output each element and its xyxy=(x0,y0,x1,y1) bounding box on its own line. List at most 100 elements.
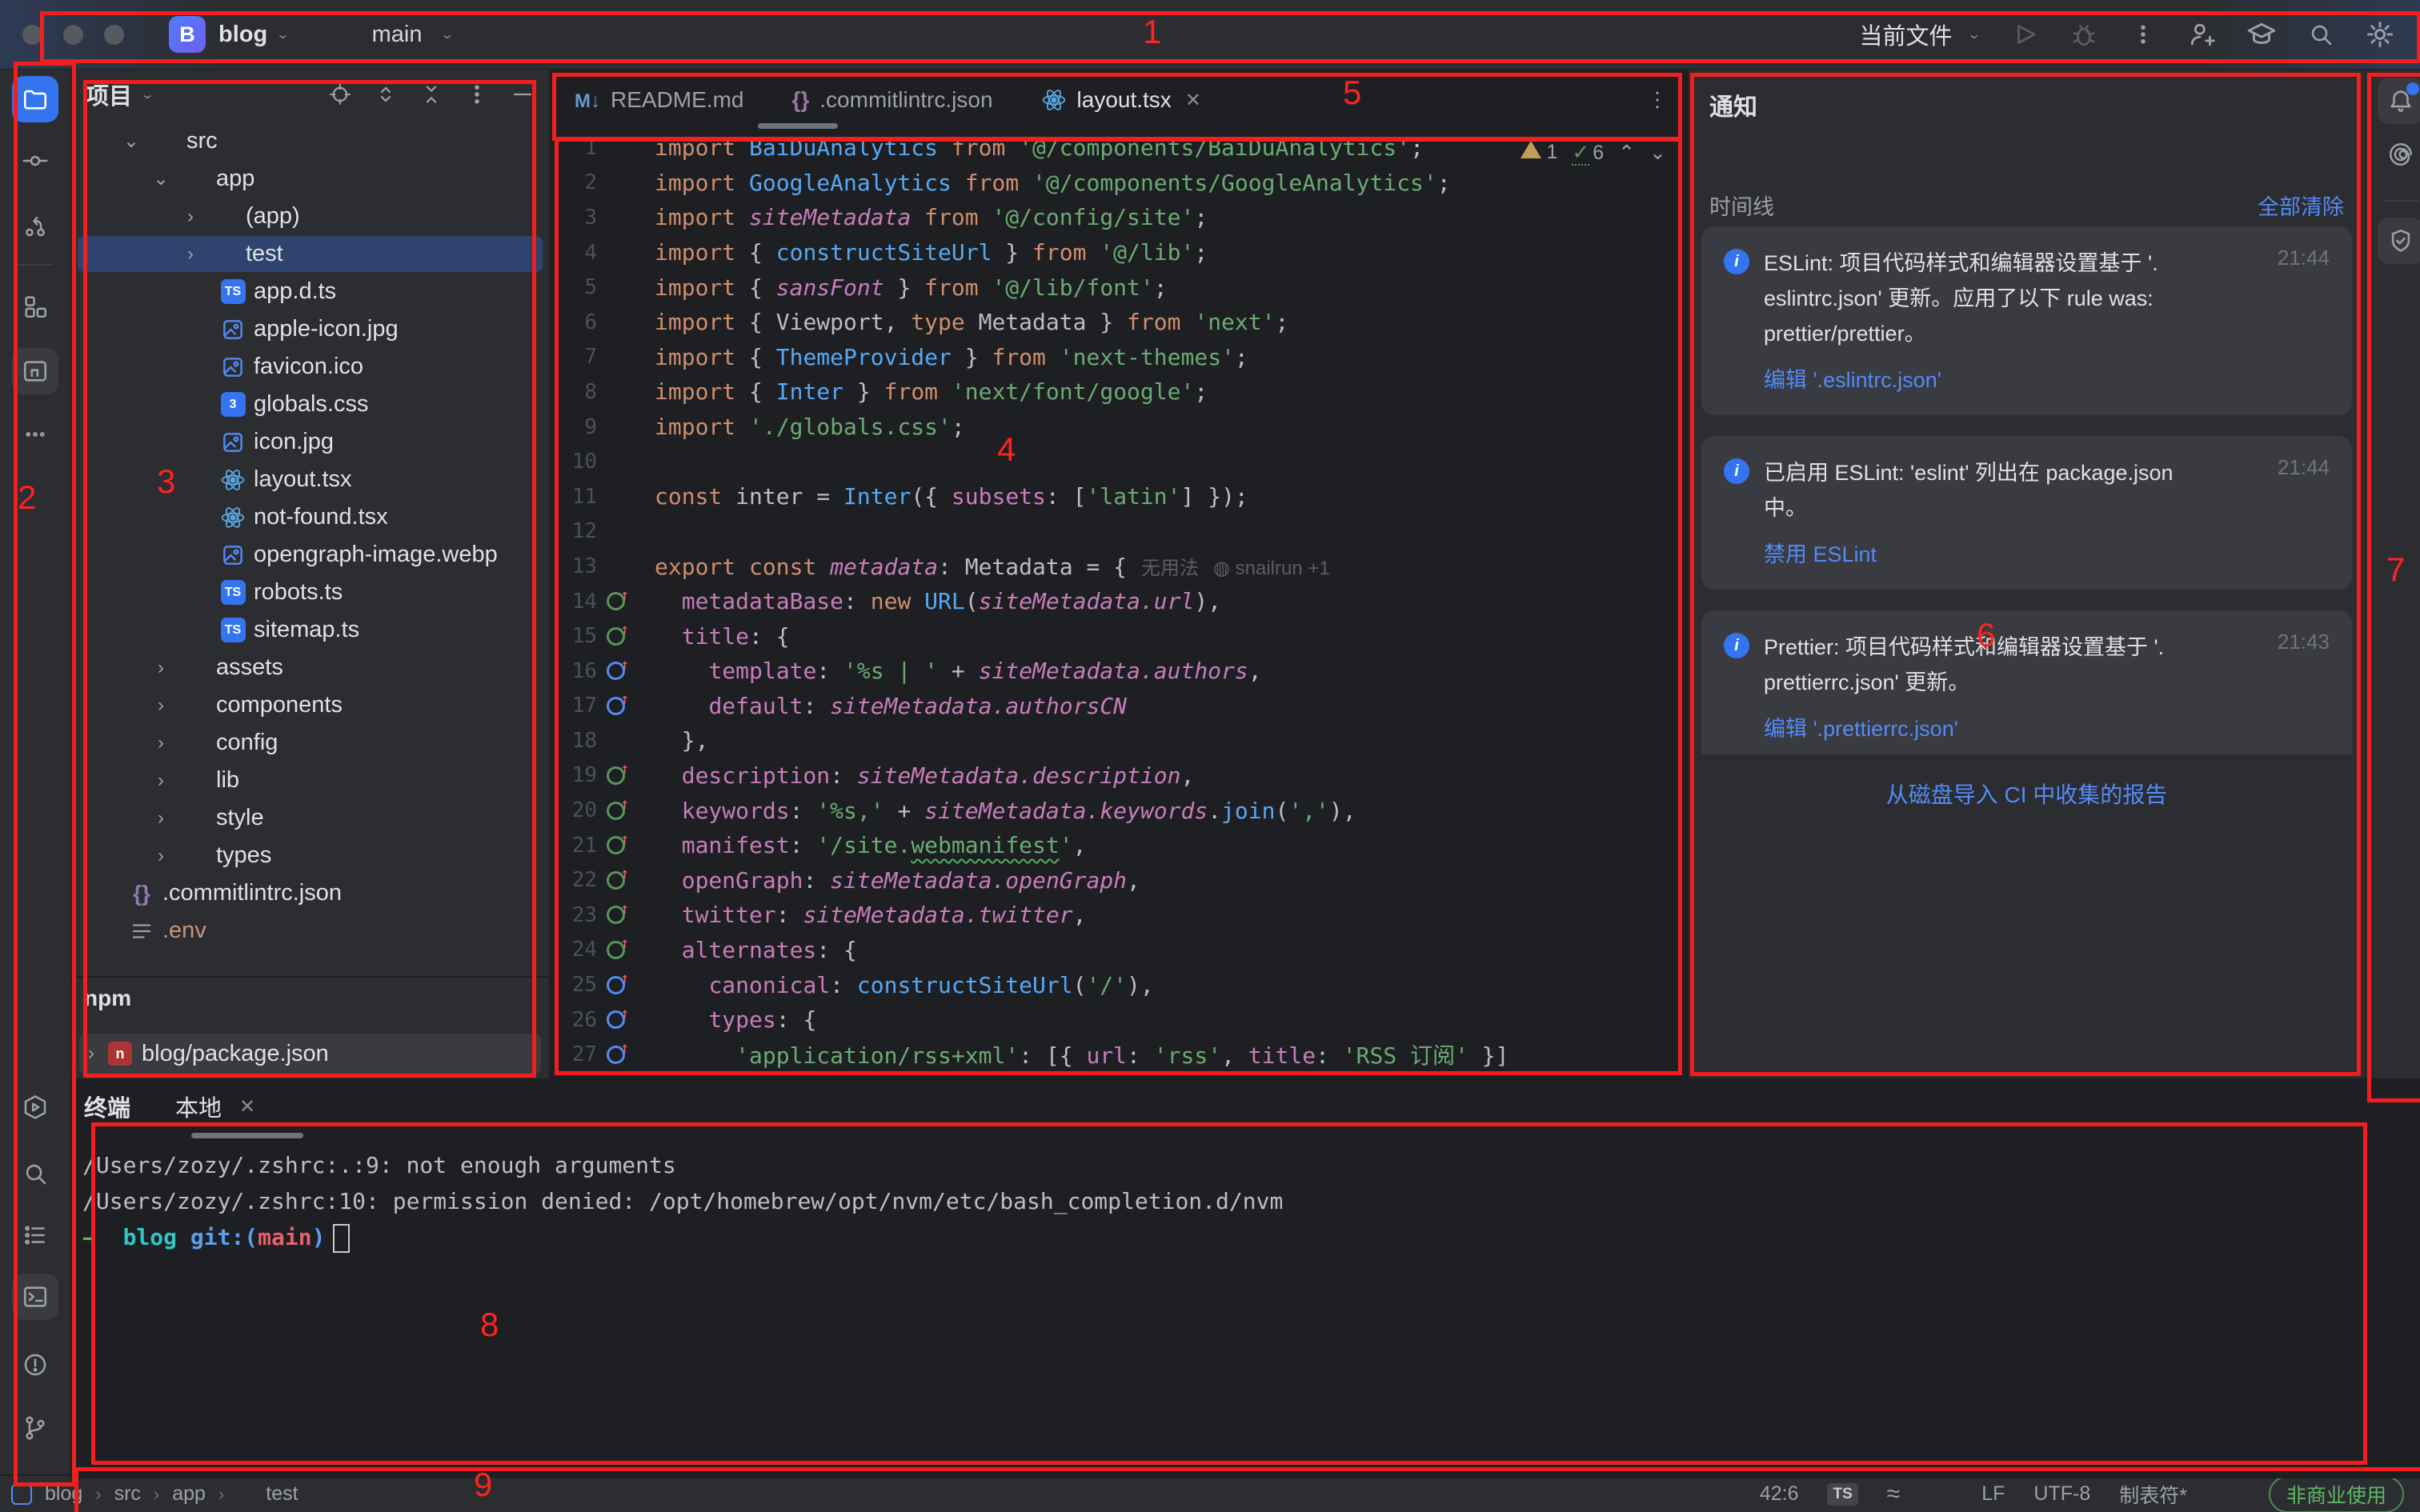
notification-action-link[interactable]: 编辑 '.eslintrc.json' xyxy=(1764,362,2330,398)
code-line-25[interactable]: 25↑ canonical: constructSiteUrl('/'), xyxy=(551,967,1687,1002)
chevron-right-icon[interactable]: › xyxy=(79,1042,103,1065)
node-icon[interactable] xyxy=(1929,1482,1953,1506)
code-line-3[interactable]: 3import siteMetadata from '@/config/site… xyxy=(551,200,1687,235)
run-configuration-selector[interactable]: 当前文件 ⌄ xyxy=(1860,18,1981,51)
notifications-tool[interactable] xyxy=(2378,78,2420,124)
settings-icon[interactable] xyxy=(2364,18,2396,50)
tree-item-layouttsx[interactable]: layout.tsx xyxy=(71,461,549,498)
structure-tool[interactable] xyxy=(12,283,58,330)
breadcrumb-item-blog[interactable]: blog xyxy=(45,1482,82,1506)
code-line-26[interactable]: 26↑ types: { xyxy=(551,1002,1687,1038)
caret-position[interactable]: 42:6 xyxy=(1760,1482,1799,1506)
code-line-27[interactable]: 27↑ 'application/rss+xml': [{ url: 'rss'… xyxy=(551,1037,1687,1072)
terminal-tool[interactable] xyxy=(12,1274,58,1320)
terminal-tab-local[interactable]: 本地 ✕ xyxy=(175,1090,255,1123)
hide-icon[interactable] xyxy=(511,82,535,106)
tree-item-types[interactable]: › types xyxy=(71,837,549,874)
learn-icon[interactable] xyxy=(2246,18,2278,50)
tree-item-lib[interactable]: › lib xyxy=(71,762,549,799)
search-tool[interactable] xyxy=(12,1150,58,1197)
breadcrumb[interactable]: blog›src›app›test xyxy=(11,1482,298,1506)
tree-item-env[interactable]: .env xyxy=(71,912,549,950)
branch-selector[interactable]: main ⌄ xyxy=(337,22,455,48)
project-panel-title[interactable]: 项目 xyxy=(86,78,132,111)
code-line-11[interactable]: 11const inter = Inter({ subsets: ['latin… xyxy=(551,479,1687,514)
code-line-2[interactable]: 2import GoogleAnalytics from '@/componen… xyxy=(551,166,1687,201)
tree-item-app[interactable]: › (app) xyxy=(71,198,549,235)
traffic-lights[interactable] xyxy=(22,25,124,45)
clear-all-link[interactable]: 全部清除 xyxy=(2258,190,2344,221)
code-line-10[interactable]: 10 xyxy=(551,444,1687,479)
tree-item-notfoundtsx[interactable]: not-found.tsx xyxy=(71,498,549,536)
unlock-icon[interactable] xyxy=(2216,1482,2240,1506)
code-line-24[interactable]: 24↑ alternates: { xyxy=(551,933,1687,968)
tree-item-app[interactable]: ⌄ app xyxy=(71,160,549,198)
git-tool[interactable] xyxy=(12,1405,58,1451)
ai-assistant-tool[interactable] xyxy=(2378,131,2420,178)
tree-item-config[interactable]: › config xyxy=(71,724,549,762)
prettier-icon[interactable]: ≈ xyxy=(1887,1481,1900,1508)
inspection-widget[interactable]: 1 ✓6 ⌃ ⌄ xyxy=(1521,140,1666,165)
npm-package-row[interactable]: › n blog/package.json xyxy=(79,1034,541,1074)
breadcrumb-item-test[interactable]: test xyxy=(237,1482,298,1506)
code-line-8[interactable]: 8import { Inter } from 'next/font/google… xyxy=(551,374,1687,410)
tree-item-appdts[interactable]: TS app.d.ts xyxy=(71,273,549,310)
tree-item-faviconico[interactable]: favicon.ico xyxy=(71,348,549,386)
code-line-20[interactable]: 20↑ keywords: '%s,' + siteMetadata.keywo… xyxy=(551,793,1687,828)
tree-item-src[interactable]: ⌄ src xyxy=(71,122,549,160)
close-icon[interactable]: ✕ xyxy=(239,1095,255,1118)
license-badge[interactable]: 非商业使用 xyxy=(2269,1476,2404,1512)
tree-item-opengraphimagewebp[interactable]: opengraph-image.webp xyxy=(71,536,549,574)
code-line-4[interactable]: 4import { constructSiteUrl } from '@/lib… xyxy=(551,235,1687,270)
prev-problem-icon[interactable]: ⌃ xyxy=(1618,141,1635,165)
code-line-23[interactable]: 23↑ twitter: siteMetadata.twitter, xyxy=(551,898,1687,933)
tree-item-sitemapts[interactable]: TS sitemap.ts xyxy=(71,611,549,649)
tree-item-test[interactable]: › test xyxy=(71,235,549,273)
play-icon[interactable] xyxy=(2009,18,2041,50)
import-ci-report-link[interactable]: 从磁盘导入 CI 中收集的报告 xyxy=(1689,778,2365,810)
tree-item-commitlintrcjson[interactable]: {} .commitlintrc.json xyxy=(71,874,549,912)
kebab-icon[interactable] xyxy=(2127,18,2159,50)
code-line-6[interactable]: 6import { Viewport, type Metadata } from… xyxy=(551,305,1687,340)
notification-card[interactable]: 21:44 i 已启用 ESLint: 'eslint' 列出在 package… xyxy=(1701,436,2352,590)
notification-action-link[interactable]: 禁用 ESLint xyxy=(1764,537,2330,572)
code-line-16[interactable]: 16↑ template: '%s | ' + siteMetadata.aut… xyxy=(551,654,1687,689)
code-line-22[interactable]: 22↑ openGraph: siteMetadata.openGraph, xyxy=(551,862,1687,898)
commit-tool[interactable] xyxy=(12,138,58,184)
line-separator[interactable]: LF xyxy=(1981,1482,2005,1506)
notification-card[interactable]: 21:43 i Prettier: 项目代码样式和编辑器设置基于 '.prett… xyxy=(1701,610,2352,754)
code-line-15[interactable]: 15↑ title: { xyxy=(551,618,1687,654)
code-line-14[interactable]: 14↑ metadataBase: new URL(siteMetadata.u… xyxy=(551,584,1687,619)
tree-item-style[interactable]: › style xyxy=(71,799,549,837)
run-tool[interactable] xyxy=(12,1084,58,1130)
code-line-9[interactable]: 9import './globals.css'; xyxy=(551,410,1687,445)
indent-style[interactable]: 制表符* xyxy=(2119,1480,2187,1509)
project-tool[interactable] xyxy=(12,76,58,122)
tree-item-components[interactable]: › components xyxy=(71,686,549,724)
code-line-13[interactable]: 13export const metadata: Metadata = {无用法… xyxy=(551,549,1687,584)
qodana-tool[interactable] xyxy=(2378,218,2420,264)
expand-all-icon[interactable] xyxy=(374,82,398,106)
tab-README.md[interactable]: M↓ README.md xyxy=(551,70,767,130)
pull-requests-tool[interactable] xyxy=(12,202,58,249)
code-line-12[interactable]: 12 xyxy=(551,514,1687,550)
minimize-window-button[interactable] xyxy=(63,25,83,45)
next-problem-icon[interactable]: ⌄ xyxy=(1649,141,1666,165)
terminal-prompt[interactable]: → blog git:(main) xyxy=(82,1219,2420,1255)
terminal-console[interactable]: /Users/zozy/.zshrc:.:9: not enough argum… xyxy=(71,1133,2420,1255)
code-line-7[interactable]: 7import { ThemeProvider } from 'next-the… xyxy=(551,340,1687,375)
project-selector[interactable]: blog xyxy=(218,22,267,48)
code-editor[interactable]: 1 ✓6 ⌃ ⌄ 1import BaiDuAnalytics from '@/… xyxy=(551,130,1687,1078)
file-encoding[interactable]: UTF-8 xyxy=(2033,1482,2090,1506)
code-line-19[interactable]: 19↑ description: siteMetadata.descriptio… xyxy=(551,758,1687,794)
tree-item-appleiconjpg[interactable]: apple-icon.jpg xyxy=(71,310,549,348)
code-line-21[interactable]: 21↑ manifest: '/site.webmanifest', xyxy=(551,828,1687,863)
kebab-icon[interactable] xyxy=(1645,88,1669,112)
debug-icon[interactable] xyxy=(2068,18,2100,50)
tab-layout.tsx[interactable]: layout.tsx✕ xyxy=(1017,70,1225,130)
close-icon[interactable]: ✕ xyxy=(1185,89,1201,112)
tree-item-globalscss[interactable]: 3 globals.css xyxy=(71,386,549,423)
code-line-17[interactable]: 17↑ default: siteMetadata.authorsCN xyxy=(551,689,1687,724)
search-icon[interactable] xyxy=(2305,18,2337,50)
code-line-18[interactable]: 18 }, xyxy=(551,723,1687,758)
